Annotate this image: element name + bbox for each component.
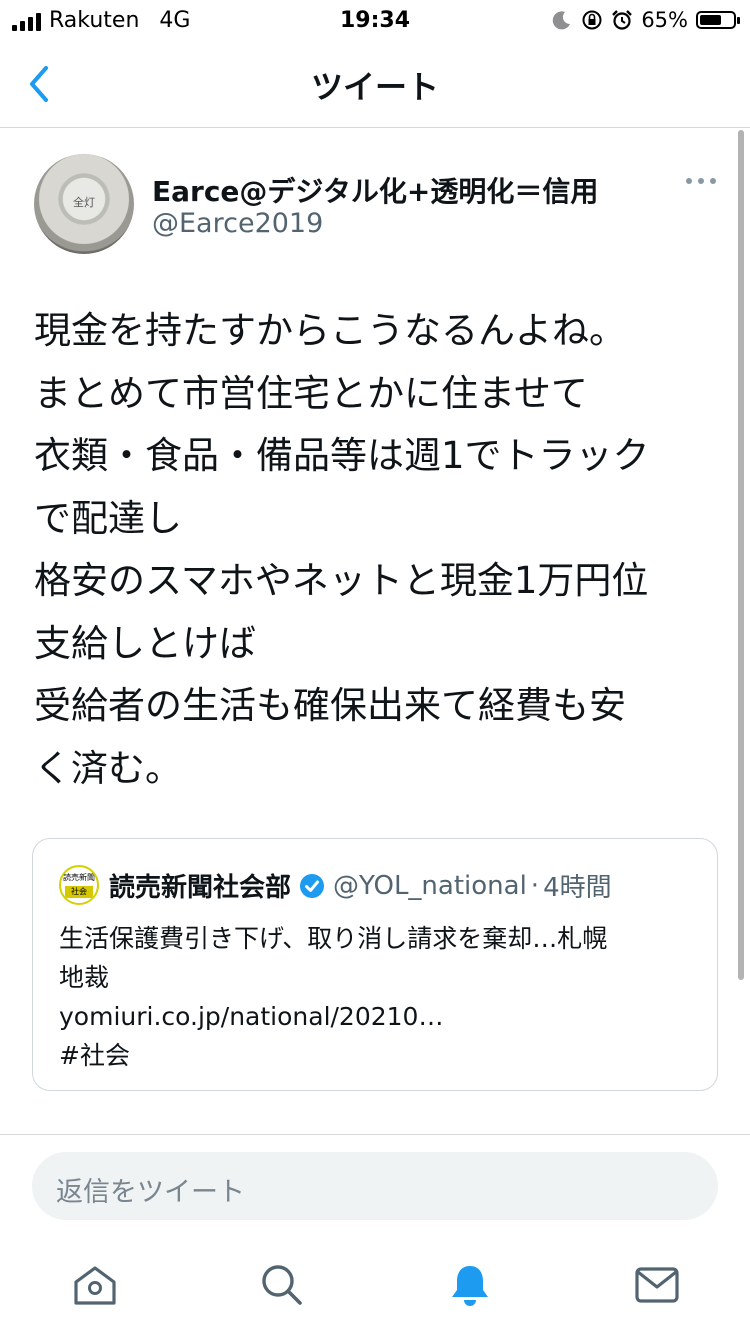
quoted-avatar-bottom-text: 社会 — [65, 886, 93, 898]
tab-bar — [0, 1240, 750, 1334]
more-options-button[interactable] — [686, 178, 716, 184]
verified-badge-icon — [300, 873, 325, 898]
quoted-time: 4時間 — [543, 873, 612, 903]
reply-input[interactable]: 返信をツイート — [32, 1152, 718, 1220]
quoted-separator: · — [530, 870, 540, 901]
avatar-label: 全灯 — [73, 196, 95, 209]
user-handle[interactable]: @Earce2019 — [152, 208, 323, 239]
alarm-icon — [612, 10, 633, 30]
tweet-text-line: 受給者の生活も確保出来て経費も安 — [34, 684, 626, 727]
quoted-tweet-card[interactable]: 読売新聞 社会 読売新聞社会部 @YOL_national · 4時間 生活保護… — [32, 838, 718, 1091]
tweet-text-line: 格安のスマホやネットと現金1万円位 — [34, 559, 649, 602]
quoted-text: 生活保護費引き下げ、取り消し請求を棄却…札幌 地裁 yomiuri.co.jp/… — [59, 919, 699, 1075]
tweet-text-line: 衣類・食品・備品等は週1でトラック — [34, 434, 650, 477]
display-name[interactable]: Earce@デジタル化+透明化＝信用 — [152, 170, 598, 210]
moon-icon — [553, 11, 571, 30]
navigation-bar: ツイート — [0, 40, 750, 128]
tweet-text: 現金を持たすからこうなるんよね。 まとめて市営住宅とかに住ませて 衣類・食品・備… — [34, 300, 724, 800]
quoted-handle: @YOL_national — [333, 870, 527, 901]
tab-search[interactable] — [257, 1260, 307, 1310]
tweet-text-line: で配達し — [34, 496, 182, 540]
page-title: ツイート — [310, 68, 439, 106]
quoted-link: yomiuri.co.jp/national/20210… — [59, 1002, 444, 1031]
avatar[interactable]: 全灯 — [34, 154, 134, 254]
tab-notifications[interactable] — [445, 1260, 495, 1310]
quoted-avatar: 読売新聞 社会 — [59, 865, 99, 905]
home-icon — [74, 1266, 116, 1305]
more-dot-icon — [710, 178, 716, 184]
quoted-header: 読売新聞社会部 @YOL_national · 4時間 — [109, 867, 612, 904]
reply-placeholder: 返信をツイート — [56, 1177, 245, 1208]
orientation-lock-icon — [582, 10, 602, 30]
tweet-text-line: く済む。 — [34, 746, 182, 790]
battery-icon — [696, 11, 740, 29]
scrollbar[interactable] — [738, 130, 744, 980]
battery-percent: 65% — [641, 8, 688, 32]
quoted-avatar-top-text: 読売新聞 — [63, 873, 95, 882]
status-right: 65% — [551, 8, 740, 32]
tweet-text-line: 現金を持たすからこうなるんよね。 — [34, 309, 626, 352]
tweet-text-line: まとめて市営住宅とかに住ませて — [34, 371, 588, 415]
battery-fill — [700, 15, 721, 25]
quoted-text-line: 生活保護費引き下げ、取り消し請求を棄却…札幌 — [59, 924, 608, 953]
quoted-hashtag: #社会 — [59, 1041, 130, 1070]
tab-messages[interactable] — [632, 1260, 682, 1310]
more-dot-icon — [698, 178, 704, 184]
quoted-text-line: 地裁 — [59, 963, 110, 992]
status-bar: Rakuten 4G 19:34 65% — [0, 0, 750, 40]
more-dot-icon — [686, 178, 692, 184]
tab-home[interactable] — [70, 1260, 120, 1310]
search-icon — [262, 1265, 302, 1305]
quoted-display-name: 読売新聞社会部 — [109, 873, 292, 903]
divider — [0, 1134, 750, 1135]
notifications-icon — [452, 1266, 488, 1306]
tweet-text-line: 支給しとけば — [34, 621, 256, 665]
messages-icon — [635, 1267, 679, 1303]
